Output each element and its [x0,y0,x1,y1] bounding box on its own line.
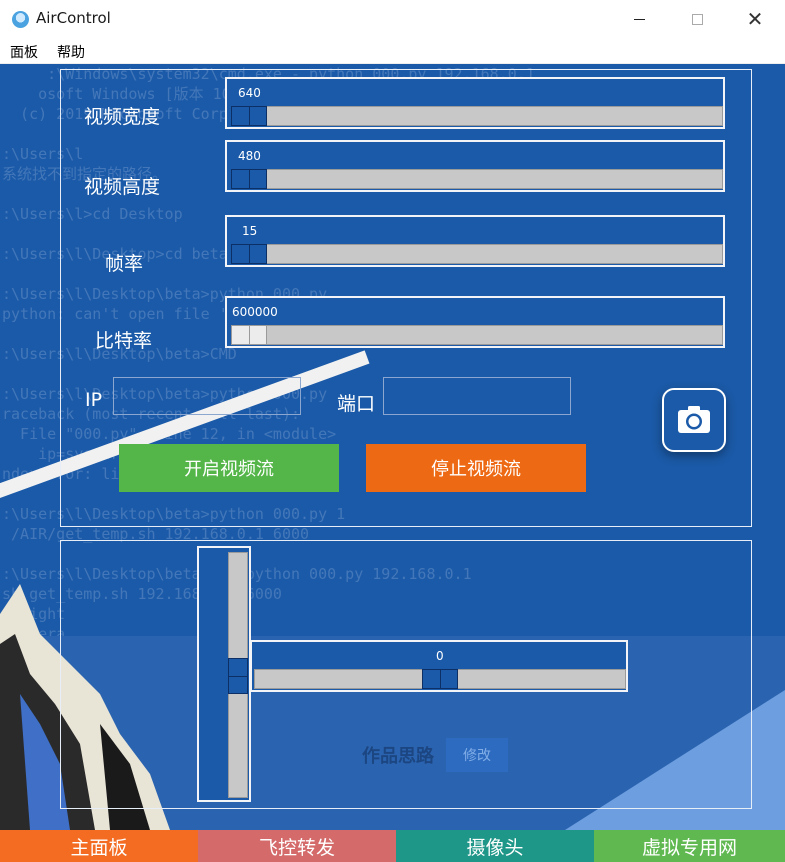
tab-flight-forward[interactable]: 飞控转发 [198,830,396,862]
tab-camera[interactable]: 摄像头 [396,830,594,862]
tab-vpn[interactable]: 虚拟专用网 [594,830,785,862]
main-panel: :\Windows\system32\cmd.exe - python 000.… [0,64,785,830]
stop-stream-button[interactable]: 停止视频流 [366,444,586,492]
video-width-handle[interactable] [231,106,267,126]
video-width-label: 视频宽度 [84,106,161,128]
close-icon: ✕ [746,7,764,31]
ip-input[interactable] [113,377,301,415]
window-title: AirControl [36,9,111,27]
vertical-slider[interactable] [197,546,251,802]
close-button[interactable]: ✕ [726,0,784,38]
horizontal-joystick-slider[interactable]: 0 [250,640,628,692]
port-input[interactable] [383,377,571,415]
video-height-label: 视频高度 [84,176,161,198]
app-icon [12,11,29,28]
bitrate-value: 600000 [232,305,278,319]
menu-help[interactable]: 帮助 [57,42,85,62]
video-height-track[interactable] [231,169,723,189]
camera-button[interactable] [662,388,726,452]
camera-icon [678,406,710,433]
bitrate-handle[interactable] [231,325,267,345]
video-height-handle[interactable] [231,169,267,189]
menu-panel[interactable]: 面板 [10,42,38,62]
vertical-slider-handle[interactable] [228,658,248,694]
fps-slider[interactable]: 15 [225,215,725,267]
ip-label: IP [85,389,103,411]
maximize-button[interactable] [668,0,726,38]
port-label: 端口 [337,393,376,415]
menu-bar: 面板 帮助 [0,38,785,64]
video-width-value: 640 [238,86,261,100]
video-width-slider[interactable]: 640 [225,77,725,129]
bottom-tab-bar: 主面板 飞控转发 摄像头 虚拟专用网 [0,830,785,862]
title-bar: AirControl ✕ [0,0,785,38]
fps-label: 帧率 [105,253,144,275]
maximize-icon [691,13,703,25]
minimize-icon [633,18,645,20]
tab-main-panel[interactable]: 主面板 [0,830,198,862]
video-height-slider[interactable]: 480 [225,140,725,192]
fps-handle[interactable] [231,244,267,264]
bitrate-label: 比特率 [95,330,153,352]
horizontal-slider-handle[interactable] [422,669,458,689]
horizontal-slider-value: 0 [436,649,444,663]
bitrate-track[interactable] [231,325,723,345]
video-width-track[interactable] [231,106,723,126]
fps-track[interactable] [231,244,723,264]
minimize-button[interactable] [610,0,668,38]
start-stream-button[interactable]: 开启视频流 [119,444,339,492]
bitrate-slider[interactable]: 600000 [225,296,725,348]
video-height-value: 480 [238,149,261,163]
fps-value: 15 [242,224,258,238]
